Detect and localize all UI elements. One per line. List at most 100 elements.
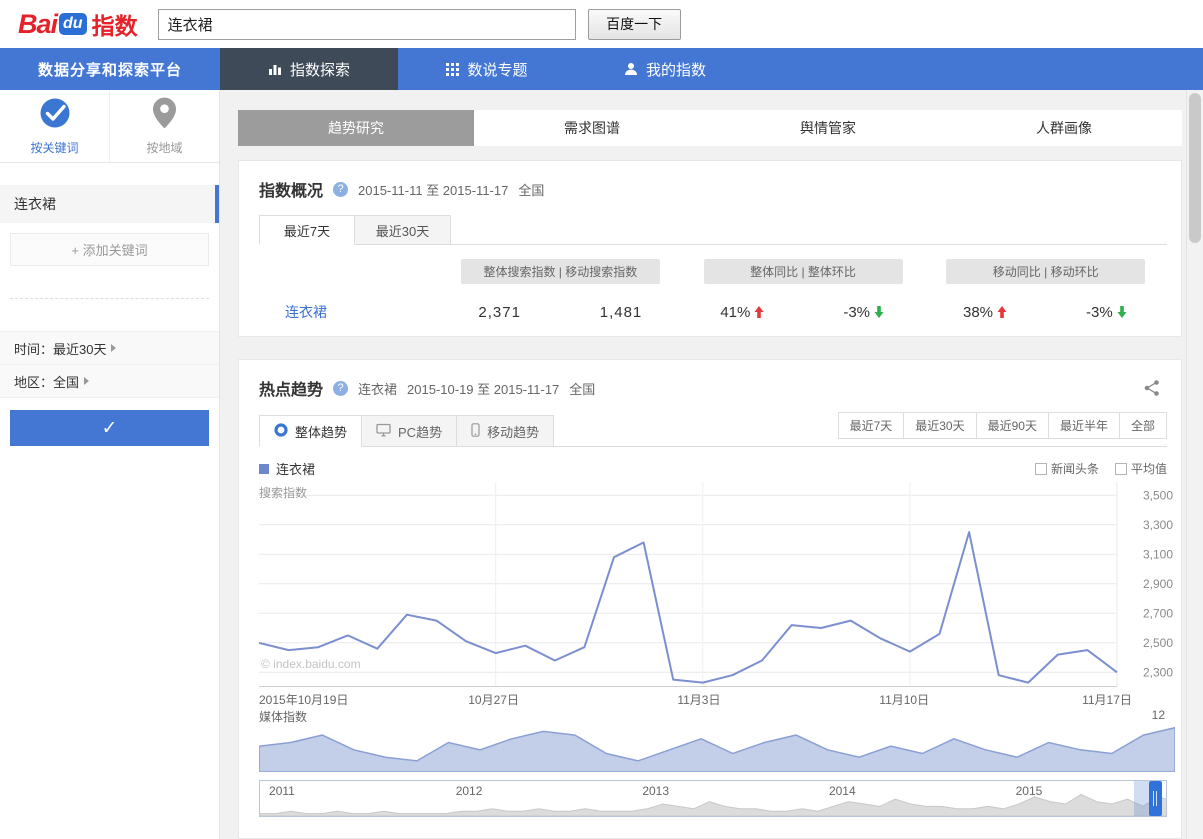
trend-header: 热点趋势 ? 连衣裙 2015-10-19 至 2015-11-17 全国 — [259, 376, 1167, 400]
logo-text-suffix: 指数 — [91, 13, 138, 39]
filter-list: 时间：最近30天 地区：全国 — [0, 331, 219, 398]
range-last-30-days[interactable]: 最近30天 — [903, 412, 977, 439]
svg-text:3,300: 3,300 — [1143, 518, 1173, 532]
mobile-mom-cell: -3% — [1046, 304, 1167, 321]
search-input[interactable] — [157, 8, 576, 40]
tab-label: PC趋势 — [398, 424, 443, 440]
help-icon[interactable]: ? — [333, 181, 349, 197]
range-last-half-year[interactable]: 最近半年 — [1047, 412, 1120, 439]
location-pin-icon — [152, 96, 177, 133]
keyword-item-label: 连衣裙 — [14, 196, 56, 212]
news-headlines-checkbox[interactable]: 新闻头条 — [1034, 460, 1099, 477]
trend-title: 热点趋势 — [259, 382, 324, 399]
tab-demand-map[interactable]: 需求图谱 — [474, 110, 710, 146]
smartphone-icon — [471, 422, 480, 440]
keyword-list-item[interactable]: 连衣裙 — [0, 185, 219, 223]
tab-overall-trend[interactable]: 整体趋势 — [259, 415, 363, 447]
tab-last-30-days[interactable]: 最近30天 — [355, 215, 451, 245]
svg-text:2,500: 2,500 — [1143, 636, 1173, 650]
media-index-max-value: 12 — [1151, 708, 1165, 722]
overall-mom-value: -3% — [843, 303, 871, 321]
chart-controls: 整体趋势 PC趋势 移动趋势 最近7天 最近30天 最近90天 最近半年 全部 — [259, 412, 1167, 447]
overall-yoy-value: 41% — [720, 303, 751, 321]
svg-text:2,700: 2,700 — [1143, 606, 1173, 620]
x-axis-label: 2015年10月19日 — [259, 693, 349, 707]
search-index-chart[interactable]: 3,500 3,300 3,100 2,900 2,700 2,500 2,300 搜索指数… — [259, 482, 1173, 687]
tab-trend-research[interactable]: 趋势研究 — [238, 110, 474, 146]
hot-trend-card: 热点趋势 ? 连衣裙 2015-10-19 至 2015-11-17 全国 整体… — [238, 359, 1182, 839]
nav-tabs: 指数探索 数说专题 我的指数 — [220, 48, 754, 90]
search-button[interactable]: 百度一下 — [587, 8, 681, 40]
nav-tab-label: 我的指数 — [645, 61, 706, 79]
overall-yoy-cell: 41% — [682, 304, 803, 321]
chart-legend-row: 连衣裙 新闻头条 平均值 — [259, 459, 1167, 478]
mobile-mom-value: -3% — [1086, 303, 1113, 321]
nav-tab-my-index[interactable]: 我的指数 — [576, 48, 754, 90]
trend-keyword: 连衣裙 — [358, 381, 398, 397]
scrollbar-thumb[interactable] — [1189, 93, 1201, 243]
svg-text:3,100: 3,100 — [1143, 547, 1173, 561]
overview-date-range: 2015-11-11 至 2015-11-17 — [358, 182, 509, 198]
overview-region: 全国 — [518, 182, 545, 198]
nav-tab-index-explore[interactable]: 指数探索 — [220, 48, 398, 90]
range-last-90-days[interactable]: 最近90天 — [975, 412, 1049, 439]
baidu-logo[interactable]: Bai du 指数 — [18, 7, 138, 41]
col-header-overall-compare: 整体同比 | 整体环比 — [703, 259, 903, 284]
vertical-scrollbar[interactable] — [1186, 90, 1203, 839]
tab-audience-profile[interactable]: 人群画像 — [946, 110, 1182, 146]
x-axis-labels: 2015年10月19日 10月27日 11月3日 11月10日 11月17日 — [259, 687, 1167, 708]
grid-icon — [446, 62, 460, 76]
svg-text:2,900: 2,900 — [1143, 577, 1173, 591]
doughnut-icon — [274, 422, 288, 440]
range-all[interactable]: 全部 — [1118, 412, 1167, 439]
user-icon — [624, 62, 638, 76]
svg-text:3,500: 3,500 — [1143, 488, 1173, 502]
region-filter-label: 地区：全国 — [14, 374, 80, 390]
mode-by-keyword[interactable]: 按关键词 — [0, 90, 109, 162]
confirm-button[interactable]: ✓ — [10, 410, 209, 446]
y-axis-title: 搜索指数 — [259, 486, 308, 500]
share-icon[interactable] — [1143, 379, 1161, 397]
tab-mobile-trend[interactable]: 移动趋势 — [457, 415, 555, 447]
chevron-right-icon — [84, 377, 90, 385]
average-value-checkbox[interactable]: 平均值 — [1114, 460, 1167, 477]
svg-text:2,300: 2,300 — [1143, 665, 1173, 679]
trend-date-range: 2015-10-19 至 2015-11-17 — [407, 381, 560, 397]
col-header-search-index: 整体搜索指数 | 移动搜索指数 — [460, 259, 660, 284]
tab-last-7-days[interactable]: 最近7天 — [259, 215, 355, 245]
nav-tab-data-topics[interactable]: 数说专题 — [398, 48, 576, 90]
checkbox-icon — [1114, 462, 1127, 475]
x-axis-label: 10月27日 — [468, 693, 519, 707]
mode-by-region[interactable]: 按地域 — [109, 90, 219, 162]
x-axis-label: 11月17日 — [1082, 693, 1132, 707]
index-overview-card: 指数概况 ? 2015-11-11 至 2015-11-17 全国 最近7天 最… — [238, 160, 1182, 337]
time-filter[interactable]: 时间：最近30天 — [0, 332, 219, 365]
sidebar: 按关键词 按地域 连衣裙 + 添加关键词 时间：最近30天 地区：全国 ✓ — [0, 90, 220, 839]
timeline-overview-chart — [260, 793, 1166, 816]
chart-checkbox-group: 新闻头条 平均值 — [1034, 460, 1167, 477]
timeline-drag-handle[interactable] — [1149, 781, 1162, 816]
main-content: 趋势研究 需求图谱 舆情管家 人群画像 指数概况 ? 2015-11-11 至 … — [220, 90, 1186, 839]
tab-pc-trend[interactable]: PC趋势 — [362, 415, 458, 447]
trend-region: 全国 — [569, 381, 596, 397]
stats-keyword-link[interactable]: 连衣裙 — [259, 304, 327, 320]
help-icon[interactable]: ? — [333, 380, 349, 396]
timeline-navigator[interactable]: 2011 2012 2013 2014 2015 — [259, 780, 1167, 817]
overall-mom-cell: -3% — [803, 304, 924, 321]
checkbox-label: 平均值 — [1130, 462, 1167, 476]
check-icon: ✓ — [101, 417, 118, 439]
watermark: © index.baidu.com — [261, 657, 361, 671]
range-last-7-days[interactable]: 最近7天 — [837, 412, 905, 439]
timeline-selected-range[interactable] — [1134, 781, 1149, 816]
up-arrow-icon — [997, 306, 1007, 318]
body-wrap: 按关键词 按地域 连衣裙 + 添加关键词 时间：最近30天 地区：全国 ✓ 趋势… — [0, 90, 1203, 839]
add-keyword-button[interactable]: + 添加关键词 — [10, 233, 209, 266]
x-axis-label: 11月10日 — [879, 693, 930, 707]
down-arrow-icon — [874, 306, 884, 318]
top-header: Bai du 指数 百度一下 — [0, 0, 1203, 48]
tab-sentiment-manager[interactable]: 舆情管家 — [710, 110, 946, 146]
keyword-check-icon — [38, 96, 72, 133]
logo-text-du: du — [59, 13, 87, 35]
bar-chart-icon — [268, 62, 282, 76]
region-filter[interactable]: 地区：全国 — [0, 365, 219, 398]
